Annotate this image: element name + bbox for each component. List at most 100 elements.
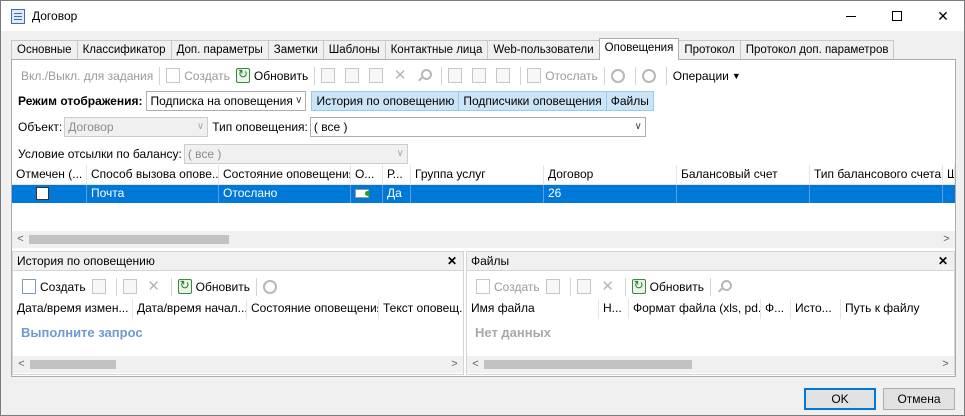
files-create-button[interactable]: Создать bbox=[473, 276, 543, 298]
close-panel-icon[interactable]: ✕ bbox=[447, 252, 457, 271]
scroll-left-icon[interactable]: < bbox=[12, 231, 29, 248]
files-panel-title: Файлы ✕ bbox=[467, 252, 954, 271]
scroll-thumb[interactable] bbox=[30, 360, 116, 369]
toolbar-separator bbox=[314, 66, 316, 85]
notification-type-select[interactable]: ( все ) ∨ bbox=[309, 117, 646, 137]
grid-horizontal-scrollbar[interactable]: < > bbox=[12, 231, 955, 248]
toolbar-separator bbox=[624, 277, 626, 296]
files-view-button[interactable] bbox=[543, 276, 567, 298]
chevron-down-icon: ∨ bbox=[396, 148, 404, 159]
scroll-thumb[interactable] bbox=[484, 360, 692, 369]
tab-classifier[interactable]: Классификатор bbox=[76, 40, 172, 60]
column-header[interactable]: Путь к файлу bbox=[841, 299, 941, 319]
column-header[interactable]: Договор bbox=[544, 165, 677, 185]
new-document-icon bbox=[476, 279, 490, 294]
marked-cell[interactable] bbox=[12, 185, 87, 203]
files-delete-button[interactable]: ✕ bbox=[598, 276, 622, 298]
column-header[interactable]: Р... bbox=[383, 165, 411, 185]
column-header[interactable]: Формат файла (xls, pd... bbox=[629, 299, 761, 319]
list-button[interactable] bbox=[493, 65, 517, 87]
subtab-history[interactable]: История по оповещению bbox=[311, 91, 460, 111]
files-edit-button[interactable] bbox=[574, 276, 598, 298]
column-header[interactable]: Ш bbox=[943, 165, 955, 185]
column-header[interactable]: Текст оповещ... bbox=[379, 299, 463, 319]
column-header[interactable]: Тип балансового счета bbox=[810, 165, 943, 185]
history-delete-button[interactable]: ✕ bbox=[144, 276, 168, 298]
tab-extra-params[interactable]: Доп. параметры bbox=[170, 40, 269, 60]
column-header[interactable]: Дата/время начал... bbox=[133, 299, 247, 319]
cancel-button[interactable]: Отмена bbox=[883, 388, 955, 410]
users-button[interactable] bbox=[469, 65, 493, 87]
close-panel-icon[interactable]: ✕ bbox=[938, 252, 948, 271]
column-header[interactable]: Дата/время измен...▲ bbox=[13, 299, 133, 319]
account-cell bbox=[677, 185, 810, 203]
files-horizontal-scrollbar[interactable]: < > bbox=[467, 356, 954, 373]
view-icon bbox=[345, 68, 360, 83]
notification-type-label: Тип оповещения: bbox=[212, 120, 308, 134]
send-button[interactable]: Отослать bbox=[524, 65, 601, 87]
history-horizontal-scrollbar[interactable]: < > bbox=[13, 356, 463, 373]
column-header[interactable]: Способ вызова опове... bbox=[87, 165, 219, 185]
tab-params-protocol[interactable]: Протокол доп. параметров bbox=[739, 40, 895, 60]
create-label: Создать bbox=[184, 68, 230, 83]
object-select[interactable]: Договор ∨ bbox=[64, 117, 209, 137]
tab-web-users[interactable]: Web-пользователи bbox=[487, 40, 600, 60]
tab-protocol[interactable]: Протокол bbox=[678, 40, 741, 60]
scroll-thumb[interactable] bbox=[29, 235, 229, 244]
column-header[interactable]: Состояние оповещения bbox=[247, 299, 379, 319]
users-icon bbox=[472, 68, 487, 83]
operations-menu[interactable]: Операции ▼ bbox=[670, 65, 744, 87]
column-header[interactable]: Имя файла bbox=[467, 299, 599, 319]
maximize-button[interactable] bbox=[874, 1, 920, 31]
history-view-button[interactable] bbox=[89, 276, 113, 298]
create-button[interactable]: Создать bbox=[163, 65, 233, 87]
refresh-button[interactable]: Обновить bbox=[233, 65, 311, 87]
scroll-left-icon[interactable]: < bbox=[467, 356, 484, 373]
files-search-button[interactable] bbox=[714, 276, 738, 298]
minimize-button[interactable] bbox=[828, 1, 874, 31]
column-header[interactable]: Группа услуг bbox=[411, 165, 544, 185]
target-button[interactable] bbox=[608, 65, 632, 87]
delete-button[interactable]: ✕ bbox=[390, 65, 414, 87]
history-create-button[interactable]: Создать bbox=[19, 276, 89, 298]
delete-icon: ✕ bbox=[393, 67, 407, 84]
column-header[interactable]: О... bbox=[351, 165, 383, 185]
tab-templates[interactable]: Шаблоны bbox=[322, 40, 386, 60]
column-header[interactable]: Ф... bbox=[761, 299, 791, 319]
marked-checkbox[interactable] bbox=[36, 187, 49, 200]
tab-notes[interactable]: Заметки bbox=[267, 40, 324, 60]
column-header[interactable]: Отмечен (... bbox=[12, 165, 87, 185]
history-empty-message[interactable]: Выполните запрос bbox=[21, 325, 143, 340]
copy-row-button[interactable] bbox=[445, 65, 469, 87]
history-edit-button[interactable] bbox=[120, 276, 144, 298]
subtab-files[interactable]: Файлы bbox=[605, 91, 654, 111]
edit-button[interactable] bbox=[366, 65, 390, 87]
balance-condition-select[interactable]: ( все ) ∨ bbox=[183, 144, 408, 164]
toggle-task-button[interactable]: Вкл./Выкл. для задания bbox=[18, 65, 156, 87]
column-header[interactable]: Исто... bbox=[791, 299, 841, 319]
search-button[interactable] bbox=[414, 65, 438, 87]
column-header[interactable]: Состояние оповещения bbox=[219, 165, 351, 185]
column-header[interactable]: Балансовый счет bbox=[677, 165, 810, 185]
column-header[interactable]: Н... bbox=[599, 299, 629, 319]
close-button[interactable]: ✕ bbox=[920, 1, 965, 31]
stop-button[interactable] bbox=[639, 65, 663, 87]
scroll-right-icon[interactable]: > bbox=[937, 356, 954, 373]
scroll-right-icon[interactable]: > bbox=[446, 356, 463, 373]
subtab-subscribers[interactable]: Подписчики оповещения bbox=[458, 91, 607, 111]
scroll-left-icon[interactable]: < bbox=[13, 356, 30, 373]
table-row[interactable]: Почта Отослано Да 26 bbox=[12, 185, 955, 203]
tab-contacts[interactable]: Контактные лица bbox=[384, 40, 489, 60]
view-button[interactable] bbox=[342, 65, 366, 87]
files-refresh-button[interactable]: Обновить bbox=[629, 276, 707, 298]
display-mode-select[interactable]: Подписка на оповещения ∨ bbox=[146, 91, 307, 111]
history-refresh-button[interactable]: Обновить bbox=[175, 276, 253, 298]
tab-main[interactable]: Основные bbox=[11, 40, 78, 60]
scroll-right-icon[interactable]: > bbox=[938, 231, 955, 248]
toolbar-separator bbox=[115, 277, 117, 296]
toolbar-separator bbox=[603, 66, 605, 85]
ok-button[interactable]: OK bbox=[804, 388, 876, 410]
history-target-button[interactable] bbox=[260, 276, 284, 298]
copy-button[interactable] bbox=[318, 65, 342, 87]
tab-notifications[interactable]: Оповещения bbox=[598, 38, 680, 60]
